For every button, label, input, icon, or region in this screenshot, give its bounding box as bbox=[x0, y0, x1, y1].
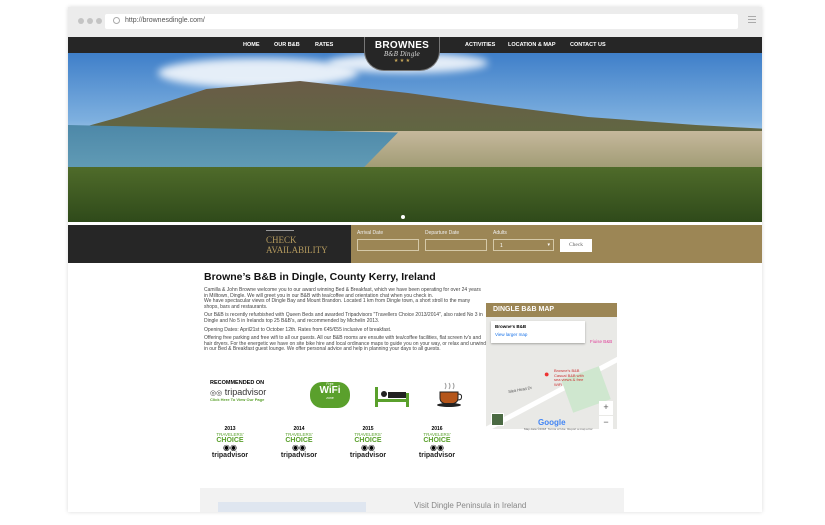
slider-dot[interactable] bbox=[401, 215, 405, 219]
hero-image bbox=[68, 53, 762, 222]
satellite-toggle[interactable] bbox=[491, 413, 504, 426]
opening-dates: Opening Dates: April21st to October 12th… bbox=[204, 326, 392, 333]
reload-icon[interactable] bbox=[113, 17, 120, 24]
map-place-name: Browne's B&B bbox=[495, 324, 527, 329]
window-controls bbox=[78, 18, 102, 24]
wifi-label: WiFi bbox=[319, 385, 341, 396]
footer-image bbox=[218, 502, 366, 512]
url-text: http://brownesdingle.com/ bbox=[125, 17, 205, 24]
adults-value: 1 bbox=[500, 243, 503, 249]
map-data: Map data ©2018 bbox=[524, 427, 547, 431]
badge-2013: 2013 TRAVELERS' CHOICE ◉◉ tripadvisor bbox=[204, 422, 256, 459]
check-button[interactable]: Check bbox=[560, 239, 592, 252]
main-content: Browne’s B&B in Dingle, County Kerry, Ir… bbox=[204, 271, 486, 356]
google-logo: Google bbox=[538, 418, 566, 427]
map-place-card: Browne's B&B View larger map bbox=[491, 321, 585, 343]
badge-brand: tripadvisor bbox=[349, 452, 387, 459]
nav-activities[interactable]: ACTIVITIES bbox=[465, 42, 495, 48]
pin-desc: Casual B&B with sea views & free WiFi bbox=[554, 372, 584, 387]
nav-location-map[interactable]: LOCATION & MAP bbox=[508, 42, 556, 48]
report-link[interactable]: Report a map error bbox=[567, 427, 592, 431]
map-widget: DINGLE B&B MAP Browne's B&B View larger … bbox=[486, 303, 617, 431]
road-label: Slea Head Dr bbox=[507, 384, 533, 395]
adults-label: Adults bbox=[493, 230, 507, 236]
nav-rates[interactable]: RATES bbox=[315, 42, 333, 48]
travelers-choice-badges: 2013 TRAVELERS' CHOICE ◉◉ tripadvisor 2014 TR… bbox=[204, 422, 494, 472]
address-bar[interactable]: http://brownesdingle.com/ bbox=[105, 14, 738, 29]
chevron-down-icon: ▾ bbox=[547, 242, 550, 248]
owl-icon: ◉◉ bbox=[430, 443, 444, 452]
map-poi-label: Fiuise B&B bbox=[590, 339, 613, 344]
logo-title: BROWNES bbox=[374, 40, 430, 51]
adults-select[interactable]: 1 ▾ bbox=[493, 239, 554, 251]
owl-icon: ◉◉ bbox=[361, 443, 375, 452]
tripadvisor-brand: tripadvisor bbox=[224, 387, 267, 397]
badge-brand: tripadvisor bbox=[280, 452, 318, 459]
footer-text: Visit Dingle Peninsula in Ireland bbox=[414, 501, 527, 510]
zoom-out-button[interactable]: − bbox=[599, 416, 613, 429]
nav-our-bb[interactable]: OUR B&B bbox=[274, 42, 300, 48]
view-page-link[interactable]: Click Here To View Our Page bbox=[210, 397, 266, 402]
owl-icon: ◎◎ bbox=[210, 390, 223, 397]
departure-label: Departure Date bbox=[425, 230, 460, 236]
browser-window: http://brownesdingle.com/ HOME OUR B&B R… bbox=[68, 7, 762, 512]
availability-heading: CHECK bbox=[266, 235, 297, 245]
map-pin-icon[interactable]: ● bbox=[544, 369, 549, 379]
logo-stars: ★ ★ ★ bbox=[393, 58, 411, 64]
nav-contact-us[interactable]: CONTACT US bbox=[570, 42, 606, 48]
amenity-icons: RECOMMENDED ON ◎◎ tripadvisor Click Here… bbox=[204, 379, 494, 419]
arrival-date-input[interactable] bbox=[357, 239, 419, 251]
owl-icon: ◉◉ bbox=[292, 443, 306, 452]
terms-link[interactable]: Terms of Use bbox=[548, 427, 566, 431]
badge-2016: 2016 TRAVELERS' CHOICE ◉◉ tripadvisor bbox=[411, 422, 463, 459]
wifi-icon: Free WiFi zone bbox=[310, 382, 350, 408]
badge-brand: tripadvisor bbox=[211, 452, 249, 459]
arrival-label: Arrival Date bbox=[357, 230, 384, 236]
browser-chrome: http://brownesdingle.com/ bbox=[68, 7, 762, 37]
logo[interactable]: BROWNES B&B Dingle ★ ★ ★ bbox=[364, 37, 440, 71]
badge-2015: 2015 TRAVELERS' CHOICE ◉◉ tripadvisor bbox=[342, 422, 394, 459]
tea-cup-icon bbox=[437, 382, 463, 407]
logo-subtitle: B&B Dingle bbox=[384, 51, 420, 58]
awards-paragraph: Our B&B is recently refurbished with Que… bbox=[204, 312, 483, 324]
tripadvisor-link[interactable]: RECOMMENDED ON ◎◎ tripadvisor Click Here… bbox=[210, 380, 266, 402]
menu-icon[interactable] bbox=[748, 16, 756, 25]
google-map[interactable]: Browne's B&B View larger map Fiuise B&B … bbox=[486, 317, 617, 429]
owl-icon: ◉◉ bbox=[223, 443, 237, 452]
departure-date-input[interactable] bbox=[425, 239, 487, 251]
view-larger-map-link[interactable]: View larger map bbox=[495, 332, 581, 337]
page-title: Browne’s B&B in Dingle, County Kerry, Ir… bbox=[204, 271, 436, 283]
recommended-label: RECOMMENDED ON bbox=[210, 380, 265, 386]
badge-brand: tripadvisor bbox=[418, 452, 456, 459]
wifi-zone: zone bbox=[326, 396, 334, 400]
nav-home[interactable]: HOME bbox=[243, 42, 260, 48]
zoom-in-button[interactable]: + bbox=[599, 401, 613, 415]
map-heading: DINGLE B&B MAP bbox=[486, 303, 617, 317]
views-paragraph: We have spectacular views of Dingle Bay … bbox=[204, 298, 471, 310]
badge-2014: 2014 TRAVELERS' CHOICE ◉◉ tripadvisor bbox=[273, 422, 325, 459]
bed-icon bbox=[375, 387, 409, 407]
availability-bar: CHECK AVAILABILITY Arrival Date Departure… bbox=[68, 225, 762, 263]
footer-section: Visit Dingle Peninsula in Ireland bbox=[200, 488, 624, 512]
availability-heading-2: AVAILABILITY bbox=[266, 245, 328, 255]
facilities-paragraph: Offering free parking and free wifi to a… bbox=[204, 335, 487, 353]
